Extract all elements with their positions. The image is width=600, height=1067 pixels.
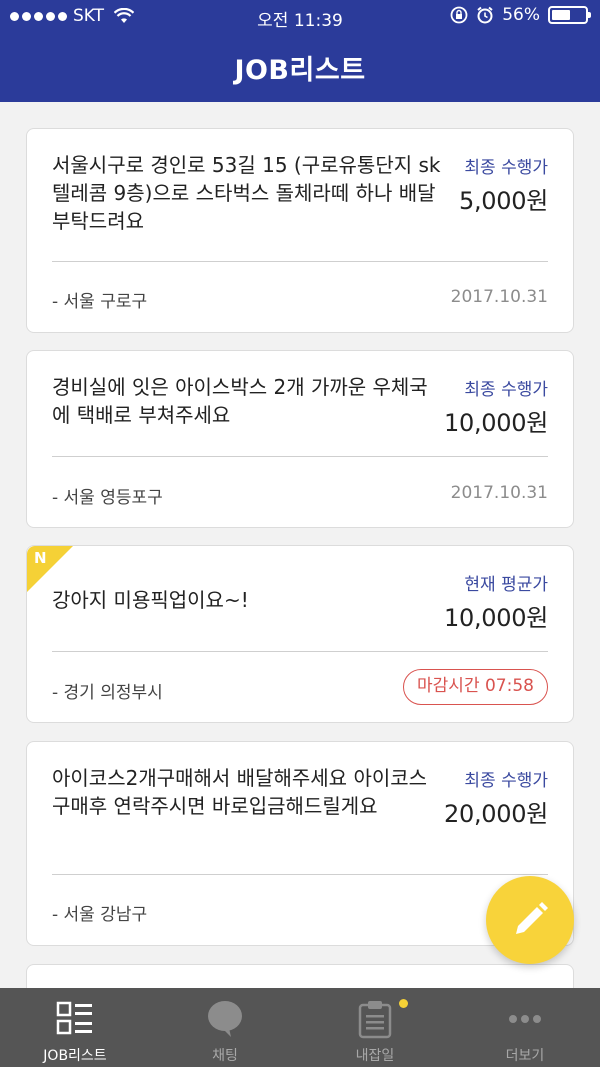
page-title: JOB리스트 bbox=[234, 55, 366, 86]
job-date: 2017.10.31 bbox=[450, 287, 548, 307]
card-divider bbox=[52, 456, 548, 457]
status-bar: SKT 오전 11:39 56% bbox=[0, 0, 600, 34]
price-label: 현재 평균가 bbox=[464, 575, 548, 595]
card-divider bbox=[52, 261, 548, 262]
job-price: 5,000원 bbox=[459, 187, 548, 215]
alarm-icon bbox=[477, 6, 493, 24]
card-divider bbox=[52, 651, 548, 652]
job-location: - 서울 영등포구 bbox=[52, 488, 163, 508]
job-price: 20,000원 bbox=[444, 800, 548, 828]
chat-icon bbox=[208, 1001, 242, 1037]
bottom-nav: JOB리스트 채팅 내잡일 더보기 bbox=[0, 988, 600, 1067]
job-price: 10,000원 bbox=[444, 409, 548, 437]
job-title: 강아지 미용픽업이요~! bbox=[52, 588, 249, 612]
job-price: 10,000원 bbox=[444, 604, 548, 632]
job-date: 2017.10.31 bbox=[450, 483, 548, 503]
job-card[interactable]: 서울시구로 경인로 53길 15 (구로유통단지 sk텔레콤 9층)으로 스타벅… bbox=[26, 128, 574, 333]
job-location: - 서울 구로구 bbox=[52, 292, 148, 312]
price-label: 최종 수행가 bbox=[464, 380, 548, 400]
nav-item-job-list[interactable]: JOB리스트 bbox=[0, 988, 150, 1067]
job-title: 서울시구로 경인로 53길 15 (구로유통단지 sk텔레콤 9층)으로 스타벅… bbox=[52, 153, 441, 233]
nav-label: JOB리스트 bbox=[43, 1048, 107, 1064]
job-title: 아이코스2개구매해서 배달해주세요 아이코스구매후 연락주시면 바로입금해드릴게… bbox=[52, 766, 428, 818]
battery-percent: 56% bbox=[502, 5, 540, 25]
battery-fill bbox=[552, 10, 570, 20]
job-card[interactable]: N 강아지 미용픽업이요~! 현재 평균가 10,000원 - 경기 의정부시 … bbox=[26, 545, 574, 723]
nav-item-my-jobs[interactable]: 내잡일 bbox=[300, 988, 450, 1067]
more-icon bbox=[509, 1015, 541, 1023]
job-card[interactable]: 경비실에 잇은 아이스박스 2개 가까운 우체국에 택배로 부쳐주세요 최종 수… bbox=[26, 350, 574, 528]
card-divider bbox=[52, 874, 548, 875]
new-badge-label: N bbox=[34, 549, 47, 567]
nav-item-chat[interactable]: 채팅 bbox=[150, 988, 300, 1067]
job-title: 경비실에 잇은 아이스박스 2개 가까운 우체국에 택배로 부쳐주세요 bbox=[52, 375, 428, 427]
deadline-badge: 마감시간 07:58 bbox=[403, 669, 548, 705]
job-location: - 경기 의정부시 bbox=[52, 683, 163, 703]
nav-item-more[interactable]: 더보기 bbox=[450, 988, 600, 1067]
status-right: 56% bbox=[450, 5, 591, 25]
app-header: SKT 오전 11:39 56% JOB리스트 bbox=[0, 0, 600, 102]
job-location: - 서울 강남구 bbox=[52, 905, 148, 925]
price-label: 최종 수행가 bbox=[464, 771, 548, 791]
nav-label: 채팅 bbox=[212, 1048, 238, 1064]
pencil-icon bbox=[516, 902, 548, 934]
clipboard-icon bbox=[358, 1001, 392, 1039]
list-icon bbox=[56, 1001, 92, 1035]
notification-dot bbox=[399, 999, 408, 1008]
nav-label: 더보기 bbox=[505, 1048, 545, 1064]
battery-icon bbox=[548, 6, 591, 24]
price-label: 최종 수행가 bbox=[464, 158, 548, 178]
write-job-button[interactable] bbox=[486, 876, 574, 964]
nav-label: 내잡일 bbox=[355, 1048, 395, 1064]
rotation-lock-icon bbox=[450, 6, 468, 24]
